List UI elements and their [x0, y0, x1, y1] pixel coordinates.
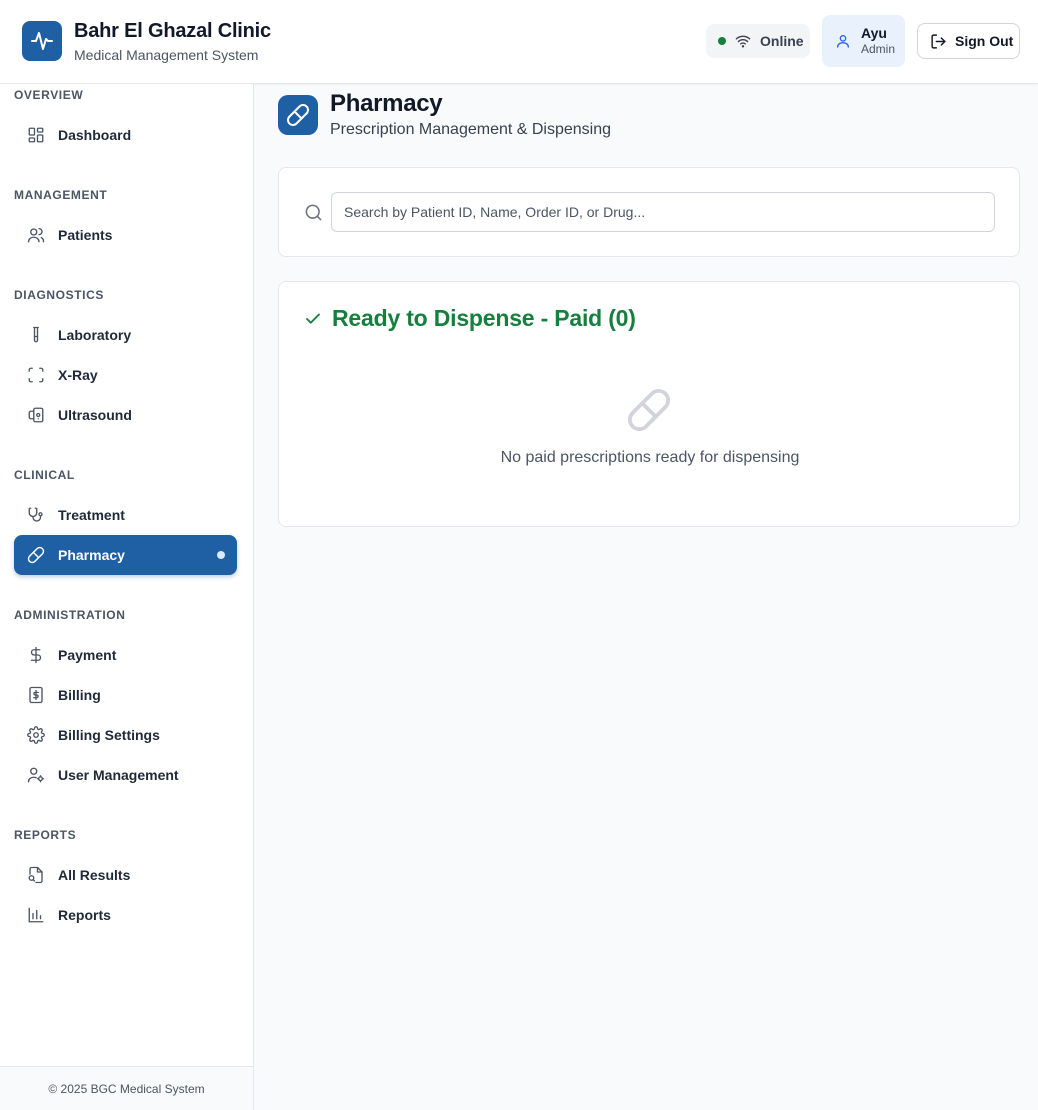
sidebar-item-label: Pharmacy: [58, 547, 125, 563]
section-overview: OVERVIEW: [14, 88, 84, 102]
pill-icon: [287, 104, 309, 126]
receipt-icon: [26, 685, 46, 705]
clinic-logo: [22, 21, 62, 61]
section-administration: ADMINISTRATION: [14, 608, 126, 622]
sidebar: OVERVIEW Dashboard MANAGEMENT Patients D…: [0, 84, 254, 1110]
sidebar-item-label: Laboratory: [58, 327, 132, 343]
sign-out-button[interactable]: Sign Out: [917, 23, 1020, 59]
search-card: [278, 167, 1020, 257]
test-tube-icon: [26, 325, 46, 345]
section-management: MANAGEMENT: [14, 188, 108, 202]
file-search-icon: [26, 865, 46, 885]
section-reports: REPORTS: [14, 828, 77, 842]
search-icon: [305, 204, 322, 221]
sidebar-item-ultrasound[interactable]: Ultrasound: [14, 395, 237, 435]
clinic-subtitle: Medical Management System: [74, 47, 259, 63]
status-label: Online: [760, 33, 804, 49]
sidebar-item-billing[interactable]: Billing: [14, 675, 237, 715]
sidebar-item-label: All Results: [58, 867, 131, 883]
section-clinical: CLINICAL: [14, 468, 75, 482]
sidebar-item-xray[interactable]: X-Ray: [14, 355, 237, 395]
sidebar-item-label: Reports: [58, 907, 111, 923]
sidebar-item-pharmacy[interactable]: Pharmacy: [14, 535, 237, 575]
sidebar-item-dashboard[interactable]: Dashboard: [14, 115, 237, 155]
sidebar-item-laboratory[interactable]: Laboratory: [14, 315, 237, 355]
sidebar-item-user-management[interactable]: User Management: [14, 755, 237, 795]
dashboard-icon: [26, 125, 46, 145]
user-icon: [837, 35, 849, 48]
stethoscope-icon: [26, 505, 46, 525]
users-icon: [26, 225, 46, 245]
connection-status: Online: [706, 24, 810, 58]
user-role: Admin: [861, 42, 896, 56]
search-input[interactable]: [331, 192, 995, 232]
gear-icon: [26, 725, 46, 745]
sidebar-item-payment[interactable]: Payment: [14, 635, 237, 675]
sidebar-item-label: X-Ray: [58, 367, 98, 383]
sidebar-item-label: Treatment: [58, 507, 125, 523]
page-header-icon: [278, 95, 318, 135]
empty-state-message: No paid prescriptions ready for dispensi…: [500, 449, 800, 466]
dollar-sign-icon: [26, 645, 46, 665]
online-dot: [718, 37, 726, 45]
sidebar-item-label: Payment: [58, 647, 117, 663]
user-name: Ayu: [861, 25, 887, 41]
user-cog-icon: [26, 765, 46, 785]
sidebar-item-all-results[interactable]: All Results: [14, 855, 237, 895]
active-indicator: [217, 551, 225, 559]
sidebar-item-label: Billing Settings: [58, 727, 160, 743]
sidebar-item-label: Ultrasound: [58, 407, 132, 423]
log-out-icon: [931, 33, 946, 49]
activity-pulse-icon: [31, 32, 53, 50]
page-title: Pharmacy: [330, 90, 443, 117]
sidebar-item-treatment[interactable]: Treatment: [14, 495, 237, 535]
sidebar-footer: © 2025 BGC Medical System: [0, 1066, 253, 1110]
pill-icon: [26, 545, 46, 565]
sidebar-item-label: Dashboard: [58, 127, 132, 143]
sidebar-item-label: Billing: [58, 687, 101, 703]
clinic-name: Bahr El Ghazal Clinic: [74, 20, 271, 42]
pill-icon: [627, 388, 671, 432]
ready-to-dispense-card: Ready to Dispense - Paid (0) No paid pre…: [278, 281, 1020, 527]
sidebar-item-label: User Management: [58, 767, 179, 783]
page-subtitle: Prescription Management & Dispensing: [330, 121, 612, 138]
user-badge[interactable]: Ayu Admin: [822, 15, 905, 67]
sidebar-item-patients[interactable]: Patients: [14, 215, 237, 255]
sidebar-item-billing-settings[interactable]: Billing Settings: [14, 715, 237, 755]
sign-out-label: Sign Out: [955, 33, 1014, 49]
ultrasound-device-icon: [26, 405, 46, 425]
bar-chart-icon: [26, 905, 46, 925]
scan-icon: [26, 365, 46, 385]
section-diagnostics: DIAGNOSTICS: [14, 288, 104, 302]
check-icon: [306, 313, 320, 324]
ready-to-dispense-title: Ready to Dispense - Paid (0): [332, 305, 636, 331]
sidebar-item-reports[interactable]: Reports: [14, 895, 237, 935]
sidebar-item-label: Patients: [58, 227, 113, 243]
wifi-icon: [735, 35, 751, 48]
app-header: Bahr El Ghazal Clinic Medical Management…: [0, 0, 1038, 84]
